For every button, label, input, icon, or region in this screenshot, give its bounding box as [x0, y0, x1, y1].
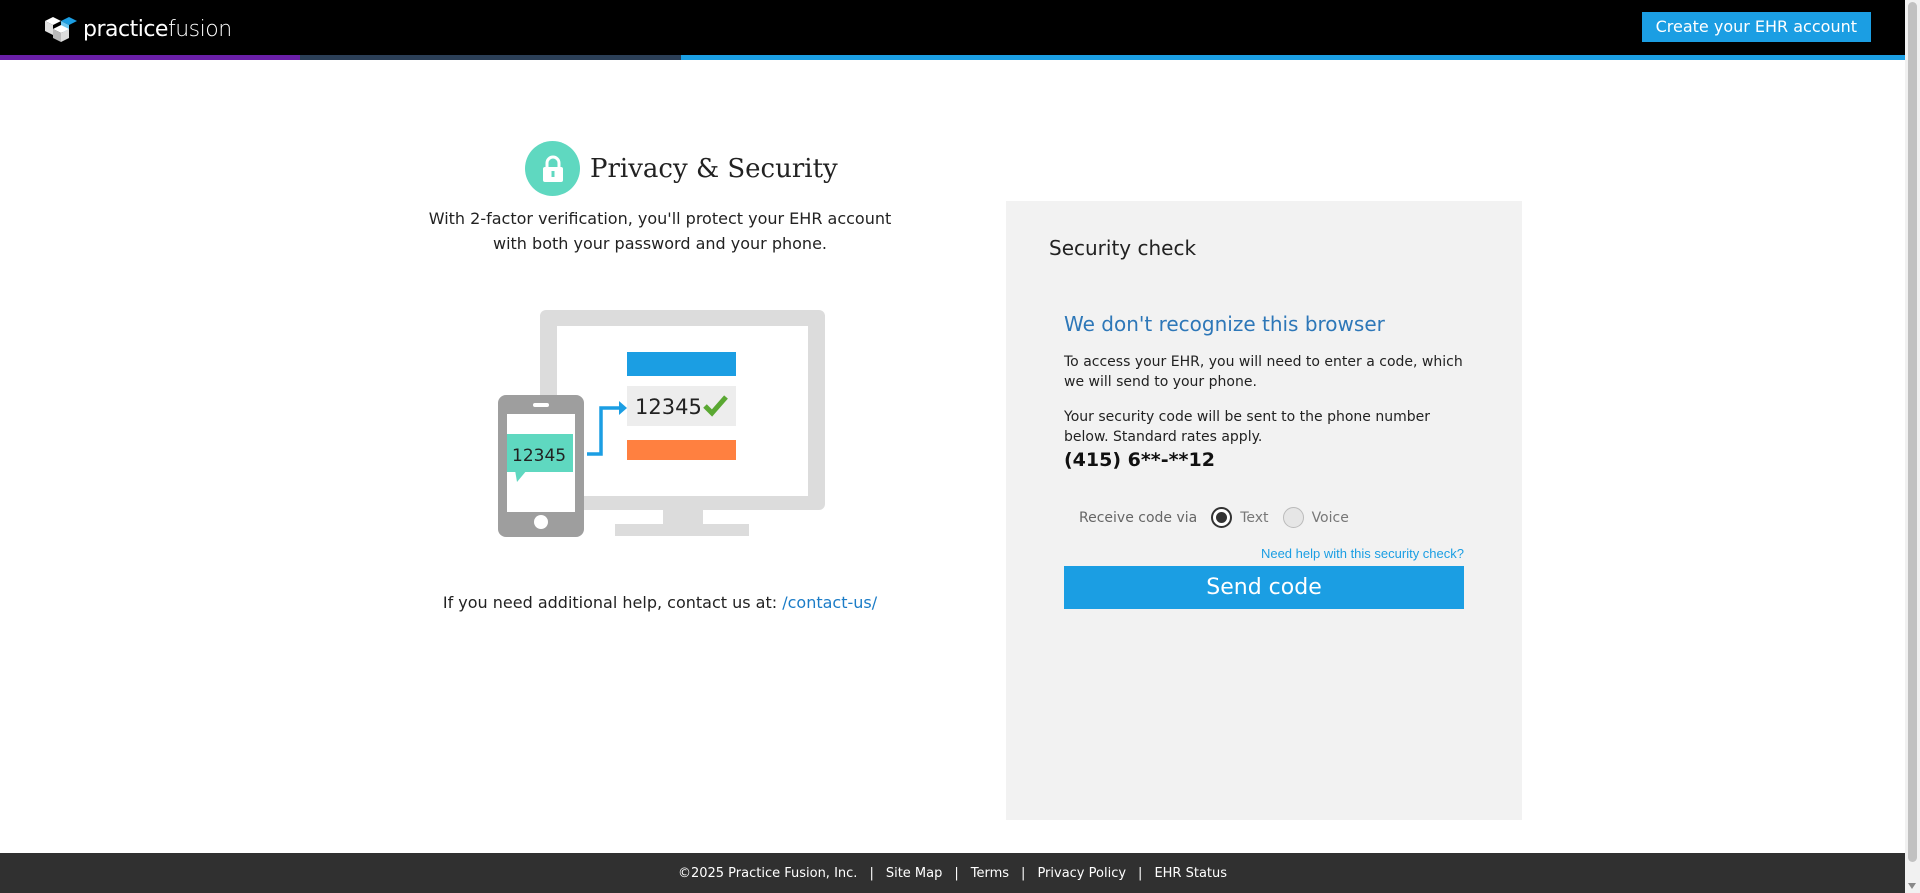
- monitor-base: [615, 524, 749, 536]
- page-footer: ©2025 Practice Fusion, Inc. | Site Map |…: [0, 853, 1905, 893]
- help-contact-line: If you need additional help, contact us …: [420, 593, 900, 612]
- security-check-help-link[interactable]: Need help with this security check?: [1261, 546, 1464, 561]
- scroll-down-arrow-icon[interactable]: [1908, 883, 1916, 889]
- rates-notice: Your security code will be sent to the p…: [1064, 409, 1430, 445]
- stripe-navy: [300, 55, 681, 60]
- voice-radio-label[interactable]: Voice: [1312, 510, 1349, 526]
- logo-text: practicefusion: [83, 17, 232, 42]
- privacy-description: With 2-factor verification, you'll prote…: [428, 209, 892, 253]
- help-contact-text: If you need additional help, contact us …: [442, 593, 778, 612]
- logo-text-fusion: fusion: [167, 16, 232, 42]
- scrollbar-thumb[interactable]: [1908, 2, 1917, 862]
- logo-text-practice: practice: [83, 16, 168, 42]
- footer-separator: |: [1138, 865, 1143, 881]
- lock-icon: [525, 141, 580, 196]
- create-ehr-account-button[interactable]: Create your EHR account: [1641, 12, 1871, 42]
- access-instructions: To access your EHR, you will need to ent…: [1064, 354, 1463, 390]
- footer-link-ehr-status[interactable]: EHR Status: [1154, 866, 1227, 881]
- privacy-title: Privacy & Security: [590, 153, 838, 184]
- footer-copyright: ©2025 Practice Fusion, Inc.: [677, 865, 858, 881]
- receive-code-label: Receive code via: [1079, 509, 1198, 526]
- masked-phone-number: (415) 6**-**12: [1064, 449, 1215, 471]
- privacy-heading: Privacy & Security: [525, 141, 838, 196]
- stripe-purple: [0, 55, 300, 60]
- security-check-title: Security check: [1049, 236, 1197, 260]
- stripe-blue: [681, 55, 1905, 60]
- phone-speaker: [533, 403, 549, 407]
- text-radio-label[interactable]: Text: [1240, 510, 1268, 526]
- phone-code-text: 12345: [512, 446, 566, 466]
- page-scrollbar[interactable]: [1905, 0, 1920, 893]
- phone-home-button: [534, 515, 548, 529]
- header-color-stripe: [0, 55, 1905, 60]
- footer-link-terms[interactable]: Terms: [971, 866, 1009, 881]
- top-header: practicefusion Create your EHR account: [0, 0, 1905, 55]
- footer-separator: |: [869, 865, 874, 881]
- send-code-button[interactable]: Send code: [1064, 566, 1464, 609]
- contact-us-link[interactable]: /contact-us/: [782, 593, 877, 612]
- text-radio[interactable]: [1211, 507, 1233, 528]
- monitor-neck: [663, 508, 703, 526]
- security-check-panel: Security check We don't recognize this b…: [1006, 201, 1522, 820]
- footer-separator: |: [954, 865, 959, 881]
- receive-code-options: Receive code via Text Voice: [1079, 507, 1349, 528]
- voice-radio[interactable]: [1282, 507, 1304, 528]
- footer-separator: |: [1021, 865, 1026, 881]
- footer-link-privacy-policy[interactable]: Privacy Policy: [1037, 866, 1126, 881]
- unrecognized-browser-heading: We don't recognize this browser: [1064, 312, 1385, 336]
- screen-blue-bar: [627, 352, 736, 376]
- footer-link-site-map[interactable]: Site Map: [886, 866, 943, 881]
- practice-fusion-logo[interactable]: practicefusion: [43, 15, 232, 43]
- screen-orange-bar: [627, 440, 736, 460]
- logo-mark-icon: [45, 17, 77, 42]
- screen-code-text: 12345: [635, 395, 702, 419]
- two-factor-illustration: 12345 12345: [498, 310, 825, 537]
